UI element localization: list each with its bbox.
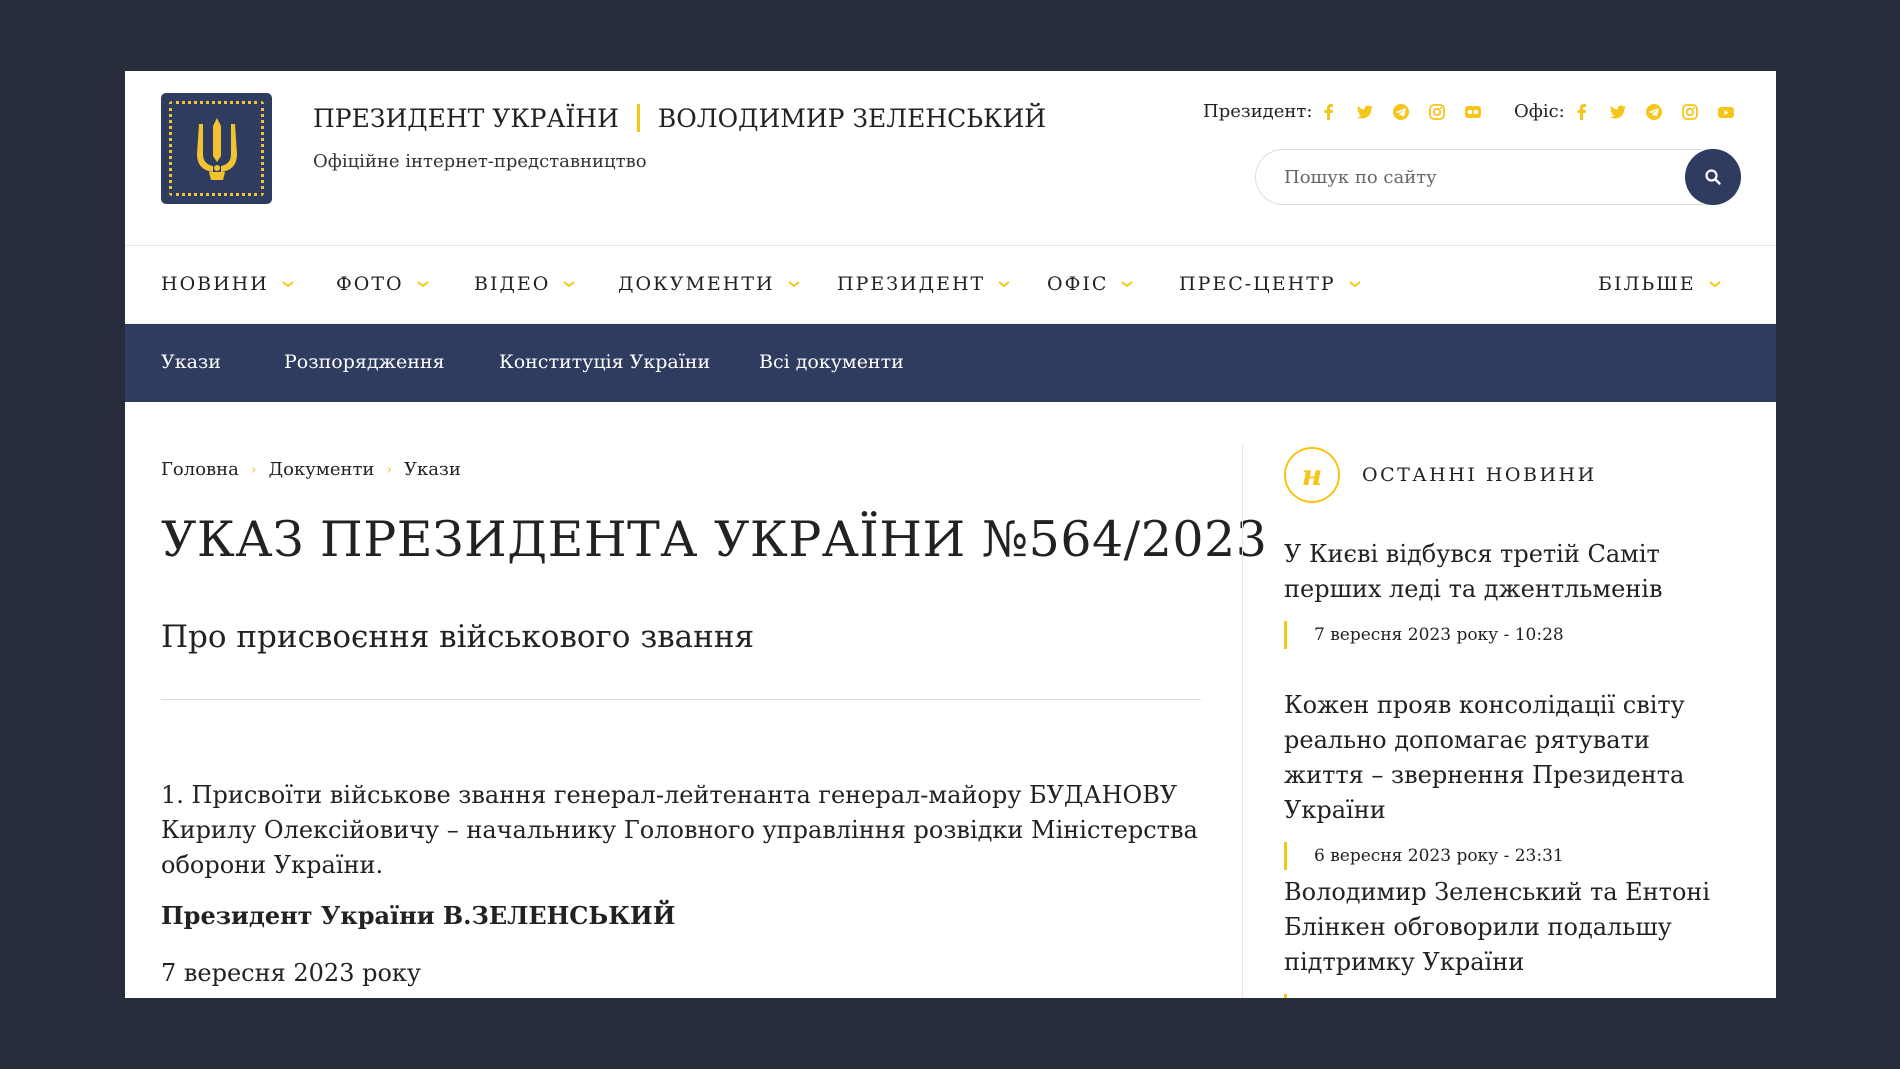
twitter-icon[interactable] [1356,103,1374,121]
document-signature: Президент України В.ЗЕЛЕНСЬКИЙ [161,901,676,930]
chevron-down-icon [1349,281,1361,288]
title-separator [636,104,640,132]
nav-label: БІЛЬШЕ [1598,273,1696,295]
telegram-icon[interactable] [1392,103,1410,121]
nav-office[interactable]: ОФІС [1047,273,1134,295]
browser-page: ПРЕЗИДЕНТ УКРАЇНИ ВОЛОДИМИР ЗЕЛЕНСЬКИЙ Оф… [125,71,1776,998]
nav-documents[interactable]: ДОКУМЕНТИ [618,273,801,295]
subnav-decrees[interactable]: Укази [161,351,221,373]
chevron-right-icon: › [386,461,393,478]
flickr-icon[interactable] [1464,103,1482,121]
facebook-icon[interactable] [1573,103,1591,121]
nav-label: НОВИНИ [161,273,269,295]
title-name: ВОЛОДИМИР ЗЕЛЕНСЬКИЙ [657,104,1047,133]
nav-label: ОФІС [1047,273,1109,295]
document-date: 7 вересня 2023 року [161,959,422,987]
instagram-icon[interactable] [1681,103,1699,121]
news-title[interactable]: У Києві відбувся третій Саміт перших лед… [1284,537,1724,607]
nav-label: ПРЕС-ЦЕНТР [1179,273,1336,295]
sidebar-divider [1242,445,1243,998]
twitter-icon[interactable] [1609,103,1627,121]
divider [161,699,1201,700]
site-subtitle: Офіційне інтернет-представництво [313,151,647,172]
chevron-down-icon [416,281,429,288]
chevron-down-icon [1709,281,1721,288]
youtube-icon[interactable] [1717,103,1735,121]
title-president: ПРЕЗИДЕНТ УКРАЇНИ [313,104,619,133]
site-header: ПРЕЗИДЕНТ УКРАЇНИ ВОЛОДИМИР ЗЕЛЕНСЬКИЙ Оф… [125,71,1776,246]
latest-news-header: н ОСТАННІ НОВИНИ [1284,447,1597,503]
chevron-down-icon [787,281,800,288]
president-social: Президент: [1203,101,1482,122]
news-title[interactable]: Володимир Зеленський та Ентоні Блінкен о… [1284,875,1724,980]
nav-label: ВІДЕО [474,273,551,295]
news-title[interactable]: Кожен прояв консолідації світу реально д… [1284,688,1724,828]
breadcrumb-home[interactable]: Головна [161,459,239,480]
news-date: 6 вересня 2023 року - 23:31 [1284,842,1724,870]
main-navigation: НОВИНИ ФОТО ВІДЕО ДОКУМЕНТИ ПРЕЗИДЕНТ ОФ… [125,246,1776,324]
nav-more[interactable]: БІЛЬШЕ [1598,273,1722,295]
office-social-label: Офіс: [1514,101,1565,122]
chevron-down-icon [282,281,294,288]
nav-press-center[interactable]: ПРЕС-ЦЕНТР [1179,273,1362,295]
search-icon [1705,169,1721,185]
site-search [1255,149,1741,205]
nav-video[interactable]: ВІДЕО [474,273,576,295]
nav-news[interactable]: НОВИНИ [161,273,295,295]
subnav-all-documents[interactable]: Всі документи [759,351,904,373]
search-button[interactable] [1685,149,1741,205]
chevron-right-icon: › [250,461,257,478]
nav-president[interactable]: ПРЕЗИДЕНТ [837,273,1011,295]
office-social: Офіс: [1514,101,1735,122]
nav-label: ФОТО [336,273,404,295]
nav-label: ДОКУМЕНТИ [618,273,775,295]
coat-of-arms-logo[interactable] [161,93,272,204]
subnav-orders[interactable]: Розпорядження [284,351,445,373]
facebook-icon[interactable] [1320,103,1338,121]
news-badge-icon: н [1284,447,1340,503]
site-title[interactable]: ПРЕЗИДЕНТ УКРАЇНИ ВОЛОДИМИР ЗЕЛЕНСЬКИЙ [313,104,1046,133]
latest-news-title[interactable]: ОСТАННІ НОВИНИ [1362,464,1597,486]
chevron-down-icon [1121,281,1134,288]
instagram-icon[interactable] [1428,103,1446,121]
search-input[interactable] [1256,150,1676,204]
breadcrumb-documents[interactable]: Документи [269,459,375,480]
nav-photo[interactable]: ФОТО [336,273,430,295]
news-date [1284,994,1724,998]
breadcrumb-decrees[interactable]: Укази [404,459,461,480]
page-title: УКАЗ ПРЕЗИДЕНТА УКРАЇНИ №564/2023 [161,511,1268,568]
breadcrumb: Головна › Документи › Укази [161,459,461,480]
chevron-down-icon [998,281,1010,288]
subnav-constitution[interactable]: Конституція України [499,351,710,373]
news-date: 7 вересня 2023 року - 10:28 [1284,621,1724,649]
nav-label: ПРЕЗИДЕНТ [837,273,986,295]
news-item[interactable]: Володимир Зеленський та Ентоні Блінкен о… [1284,875,1724,998]
documents-subnav: Укази Розпорядження Конституція України … [125,324,1776,402]
president-social-label: Президент: [1203,101,1313,122]
trident-icon [169,101,264,196]
document-body: 1. Присвоїти військове звання генерал-ле… [161,781,1198,879]
news-item[interactable]: Кожен прояв консолідації світу реально д… [1284,688,1724,870]
news-item[interactable]: У Києві відбувся третій Саміт перших лед… [1284,537,1724,649]
chevron-down-icon [563,281,575,288]
telegram-icon[interactable] [1645,103,1663,121]
document-subtitle: Про присвоєння військового звання [161,619,755,655]
